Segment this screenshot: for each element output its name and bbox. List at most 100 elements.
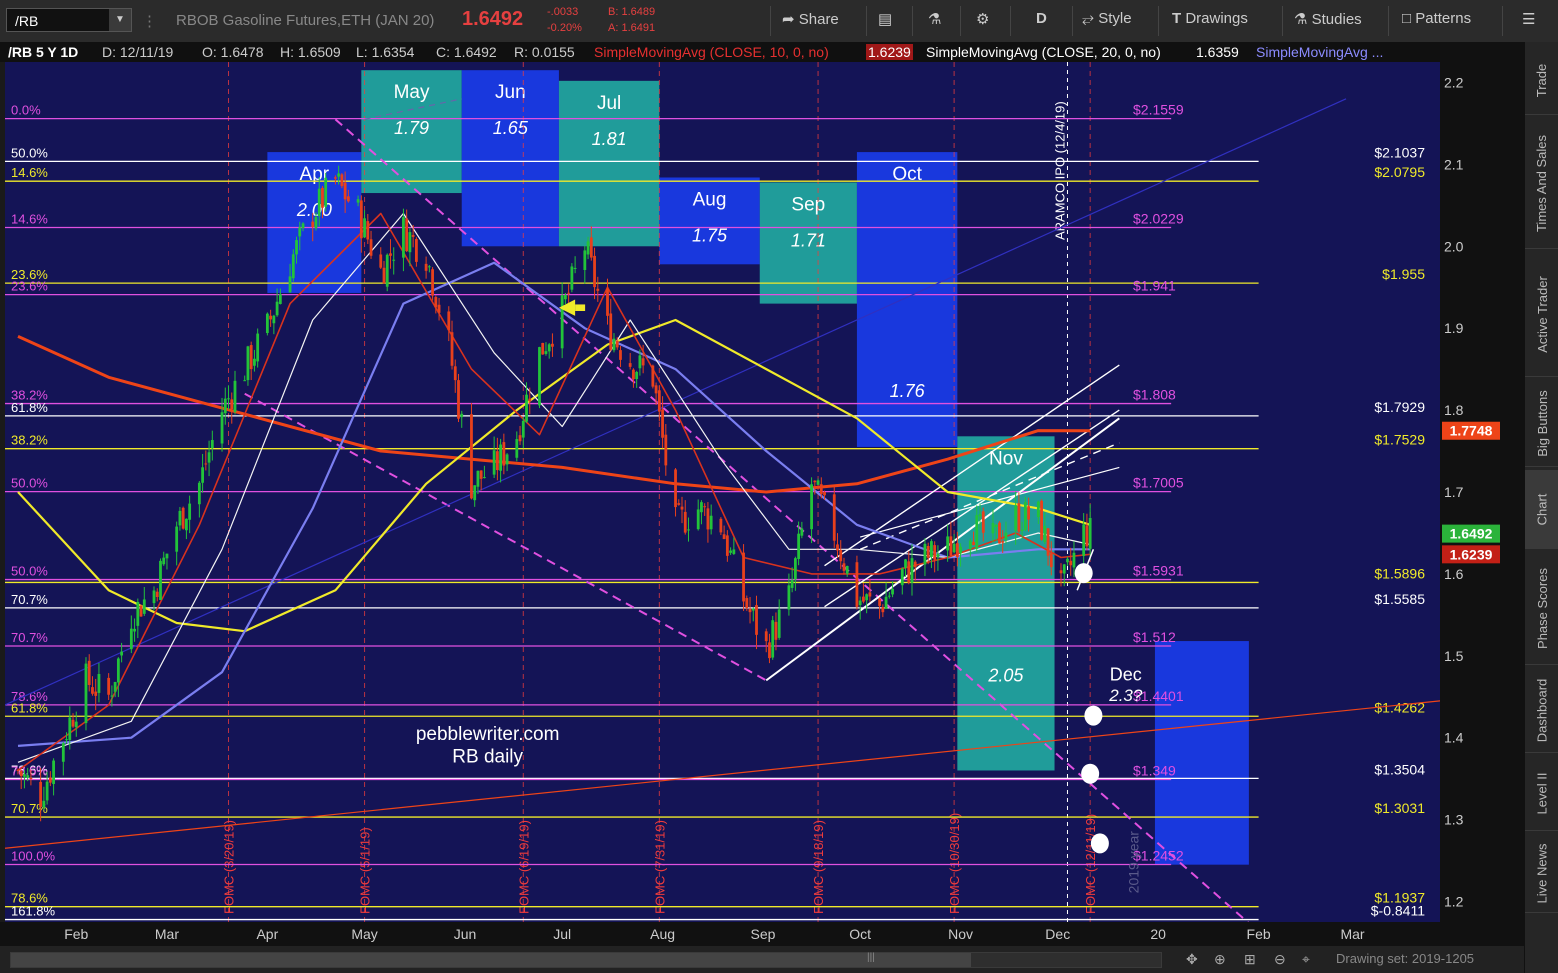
fib-right-label: $1.7529 — [1374, 432, 1425, 448]
flask-icon[interactable]: ⚗ — [928, 10, 941, 28]
price-chart[interactable]: Apr2.00May1.79Jun1.65Jul1.81Aug1.75Sep1.… — [4, 62, 1441, 927]
candle-up — [1020, 529, 1024, 531]
candle-up — [936, 553, 940, 557]
tab-level-ii[interactable]: Level II — [1525, 756, 1558, 831]
candle-up — [952, 543, 956, 553]
dec-value: 2.3? — [1108, 686, 1143, 705]
sma20-label[interactable]: SimpleMovingAvg (CLOSE, 20, 0, no) — [926, 44, 1161, 60]
chart-name-watermark: RB daily — [452, 746, 523, 767]
candle-up — [793, 558, 797, 580]
quote-box-icon[interactable]: ▤ — [878, 10, 892, 28]
price-chart-area[interactable]: Apr 2.00 May 1.79 Jun 1.65 Jul 1.81 Aug 1.75 Sep 1.… — [4, 62, 1441, 927]
candle-down — [382, 267, 386, 284]
time-axis-svg: Feb Mar Apr May Jun Jul Aug Sep Oct Nov Dec 20 Feb Ma… — [64, 926, 1365, 942]
price-axis[interactable]: 2.2 2.1 2.0 1.9 1.8 1.7 1.6 1.5 1.4 1.3 1.2 1.7748 1… — [1440, 42, 1524, 922]
horizontal-scrollbar[interactable]: ||| — [10, 952, 1162, 968]
price-tick-label: 1.3 — [1444, 812, 1464, 828]
tab-live-news[interactable]: Live News — [1525, 834, 1558, 913]
time-tick-label: Aug — [650, 926, 675, 942]
month-box-label: Jul — [597, 93, 621, 114]
chevron-down-icon[interactable]: ▼ — [109, 9, 131, 31]
scrollbar-thumb[interactable] — [11, 953, 971, 967]
tab-phase-scores[interactable]: Phase Scores — [1525, 552, 1558, 665]
candle-down — [453, 366, 457, 381]
month-box-label: Nov — [989, 448, 1023, 469]
candle-down — [881, 607, 885, 613]
candle-down — [1027, 506, 1031, 520]
patterns-button[interactable]: □ Patterns — [1402, 10, 1471, 27]
zoom-in-icon[interactable]: ⊕ — [1214, 951, 1226, 968]
fib-left-label: 50.0% — [11, 476, 48, 491]
toolbar-divider — [1502, 6, 1503, 36]
aggregation-button[interactable]: D — [1036, 10, 1047, 27]
candle-up — [946, 536, 950, 551]
candle-down — [71, 719, 75, 727]
month-box — [856, 152, 958, 447]
candle-down — [431, 269, 434, 296]
zoom-out-icon[interactable]: ⊖ — [1274, 951, 1286, 968]
candle-down — [479, 470, 483, 479]
time-axis[interactable]: Feb Mar Apr May Jun Jul Aug Sep Oct Nov Dec 20 Feb Ma… — [0, 922, 1524, 946]
candle-down — [722, 534, 726, 540]
tab-chart[interactable]: Chart — [1525, 470, 1558, 549]
tab-dashboard[interactable]: Dashboard — [1525, 668, 1558, 753]
patterns-icon: □ — [1402, 10, 1412, 27]
drawing-set-label[interactable]: Drawing set: 2019-1205 — [1336, 951, 1474, 966]
candle-down — [204, 463, 208, 465]
candle-up — [573, 267, 577, 269]
candle-up — [136, 601, 140, 626]
candle-down — [907, 561, 911, 583]
candle-up — [515, 439, 519, 458]
candle-down — [249, 345, 253, 370]
time-tick-label: Jun — [454, 926, 477, 942]
style-button[interactable]: ⥂ Style — [1082, 10, 1132, 27]
pan-icon[interactable]: ✥ — [1186, 951, 1198, 968]
fib-right-label: $1.3504 — [1374, 761, 1425, 777]
sma-more-label[interactable]: SimpleMovingAvg ... — [1256, 44, 1383, 60]
gear-icon[interactable]: ⚙ — [976, 10, 989, 28]
candle-down — [596, 288, 600, 291]
time-tick-label: Jul — [553, 926, 571, 942]
tab-big-buttons[interactable]: Big Buttons — [1525, 380, 1558, 467]
candle-down — [745, 598, 749, 609]
candle-up — [904, 559, 907, 568]
fib-price-label: $1.512 — [1133, 629, 1176, 645]
drawings-button[interactable]: T Drawings — [1172, 10, 1248, 27]
candle-down — [155, 591, 159, 597]
link-icon[interactable]: ⋮ — [142, 12, 157, 30]
studies-button[interactable]: ⚗ Studies — [1294, 10, 1362, 28]
toolbar-divider — [1072, 6, 1073, 36]
candle-up — [586, 241, 590, 255]
candle-up — [1066, 558, 1069, 563]
candle-up — [978, 514, 982, 517]
tab-trade[interactable]: Trade — [1525, 46, 1558, 115]
price-tag-label: 1.6239 — [1450, 546, 1493, 562]
candle-up — [207, 452, 211, 463]
candle-up — [68, 717, 72, 740]
fib-left-label: 50.0% — [11, 564, 48, 579]
zoom-box-icon[interactable]: ⊞ — [1244, 951, 1256, 968]
tab-times-and-sales[interactable]: Times And Sales — [1525, 118, 1558, 249]
tab-active-trader[interactable]: Active Trader — [1525, 252, 1558, 377]
cursor-icon[interactable]: ⌖ — [1302, 951, 1310, 968]
candle-down — [680, 506, 684, 510]
menu-icon[interactable]: ☰ — [1522, 10, 1535, 28]
candle-down — [651, 365, 655, 387]
share-button[interactable]: ➦ Share — [782, 10, 839, 28]
price-tick-label: 1.4 — [1444, 730, 1464, 746]
candle-down — [661, 409, 664, 438]
month-box-label: Sep — [791, 194, 825, 215]
price-tick-label: 2.0 — [1444, 238, 1464, 254]
sma10-label[interactable]: SimpleMovingAvg (CLOSE, 10, 0, no) — [594, 44, 829, 60]
candle-up — [223, 398, 227, 414]
candle-down — [703, 506, 707, 508]
candle-down — [551, 343, 554, 347]
candle-up — [129, 628, 133, 650]
candle-up — [291, 254, 295, 279]
target-dot — [1084, 705, 1103, 726]
candle-down — [606, 288, 609, 316]
chart-title: /RB 5 Y 1D — [8, 44, 79, 60]
candle-up — [265, 313, 269, 334]
candle-up — [42, 800, 46, 808]
symbol-input[interactable]: /RB ▼ — [6, 8, 132, 32]
